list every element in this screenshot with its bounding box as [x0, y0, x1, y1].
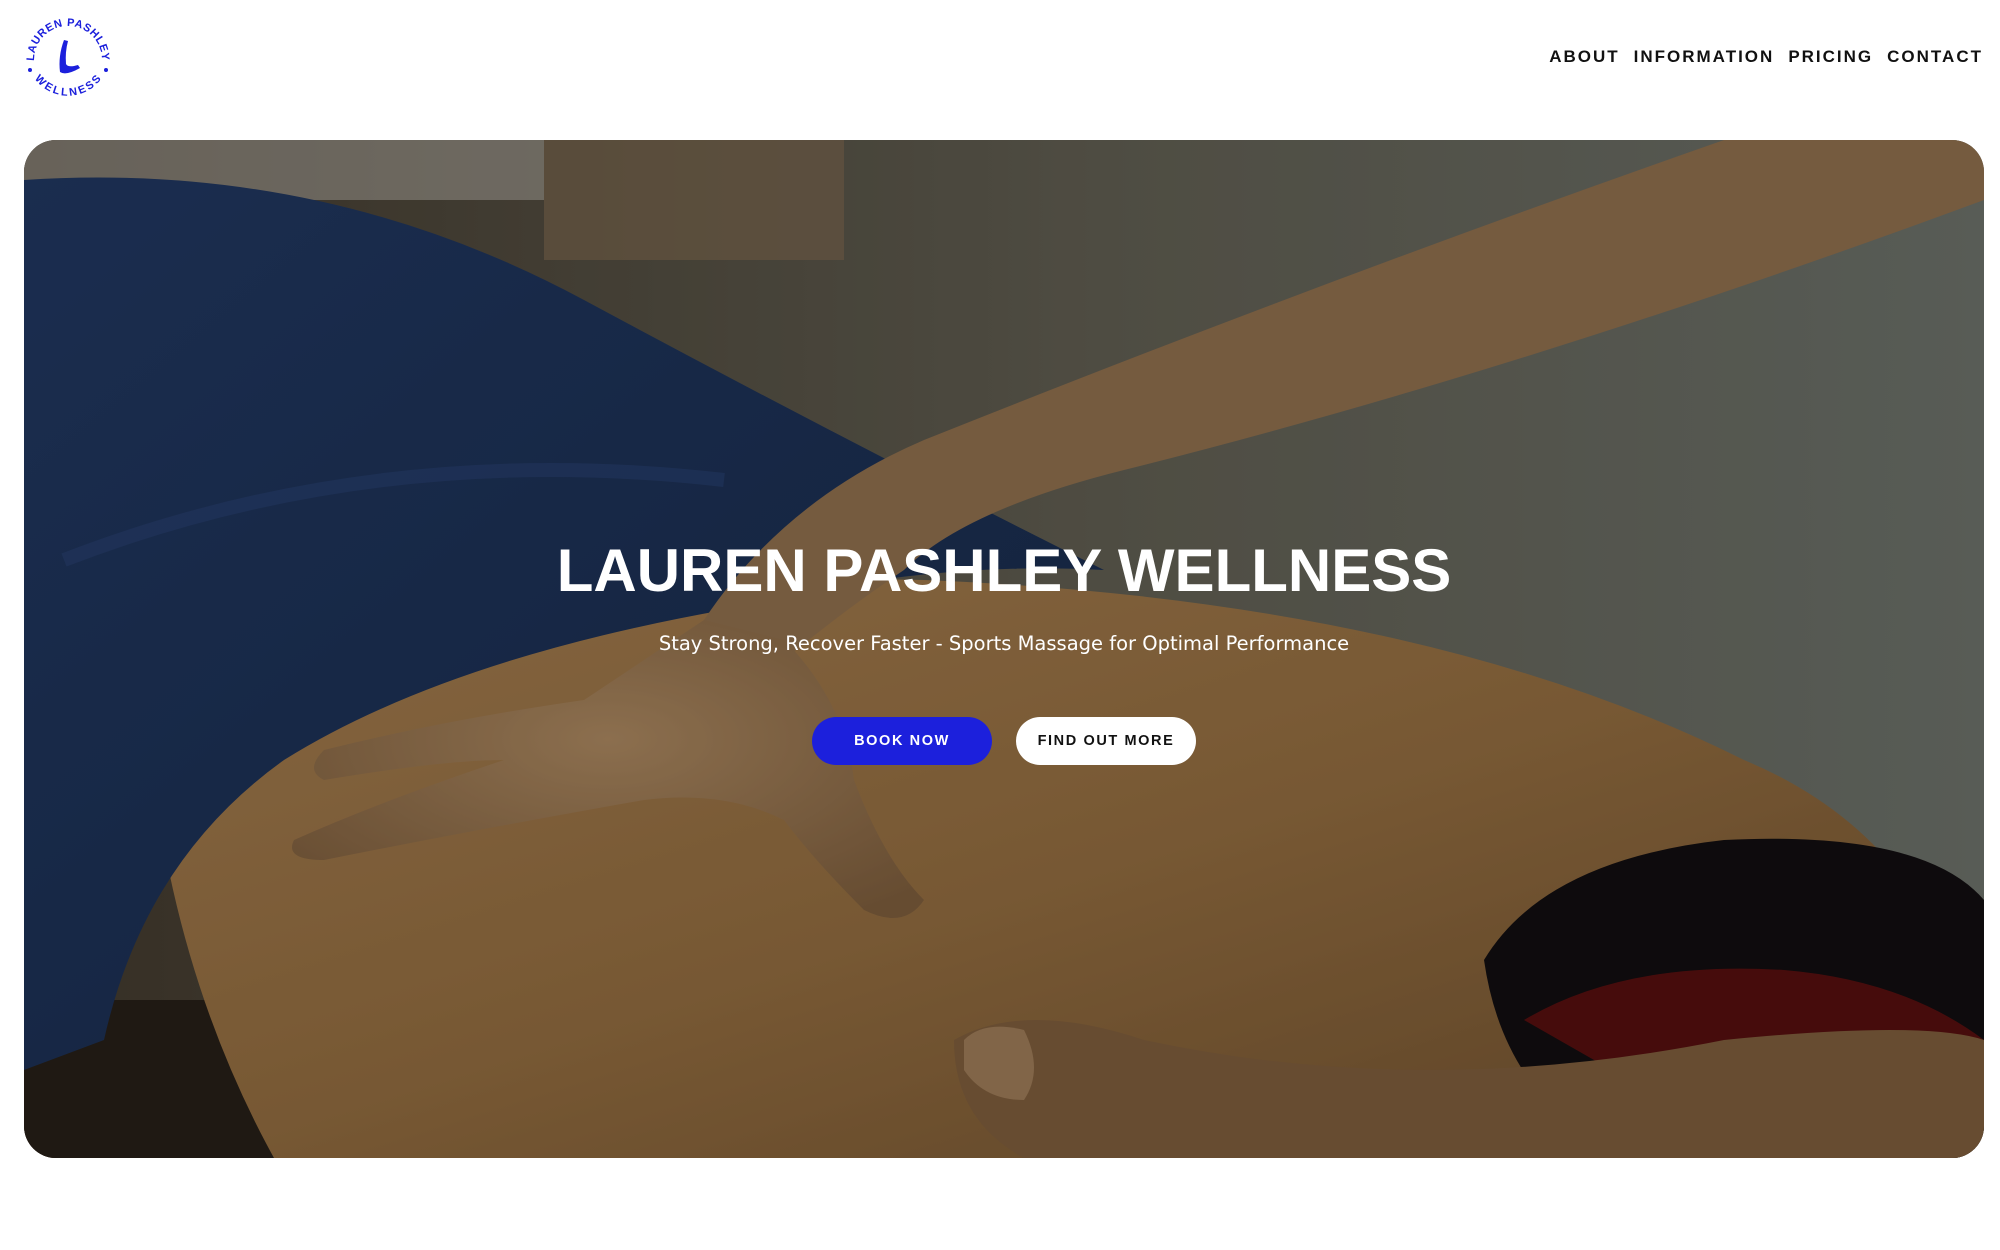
svg-text:WELLNESS: WELLNESS	[32, 73, 104, 99]
site-header: LAUREN PASHLEY WELLNESS ABOUT INFORMATIO…	[0, 0, 2000, 140]
nav-item-contact[interactable]: CONTACT	[1887, 43, 1983, 71]
hero-buttons: BOOK NOW FIND OUT MORE	[24, 717, 1984, 765]
main-nav: ABOUT INFORMATION PRICING CONTACT	[1535, 43, 1983, 71]
brand-logo[interactable]: LAUREN PASHLEY WELLNESS	[18, 8, 118, 108]
logo-text-top: LAUREN PASHLEY	[25, 17, 111, 61]
hero-subtitle: Stay Strong, Recover Faster - Sports Mas…	[658, 632, 1350, 655]
book-now-button[interactable]: BOOK NOW	[812, 717, 992, 765]
hero-content: LAUREN PASHLEY WELLNESS Stay Strong, Rec…	[24, 538, 1984, 765]
logo-text-bottom: WELLNESS	[32, 73, 103, 99]
hero-title: LAUREN PASHLEY WELLNESS	[556, 537, 1452, 604]
nav-item-pricing[interactable]: PRICING	[1788, 43, 1873, 71]
nav-item-about[interactable]: ABOUT	[1549, 43, 1619, 71]
find-out-more-button[interactable]: FIND OUT MORE	[1016, 717, 1196, 765]
nav-item-information[interactable]: INFORMATION	[1634, 43, 1775, 71]
logo-seal-icon: LAUREN PASHLEY WELLNESS	[25, 17, 111, 99]
svg-text:LAUREN PASHLEY: LAUREN PASHLEY	[25, 17, 111, 61]
hero-section: LAUREN PASHLEY WELLNESS Stay Strong, Rec…	[24, 140, 1984, 1158]
